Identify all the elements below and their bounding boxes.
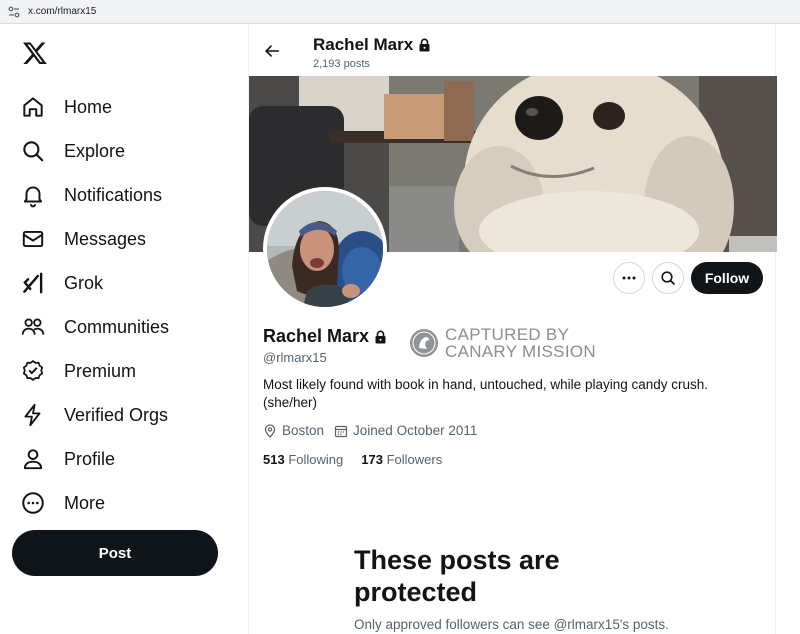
- profile-name: Rachel Marx: [263, 326, 387, 347]
- header-title: Rachel Marx: [313, 35, 431, 55]
- lightning-icon: [24, 403, 41, 427]
- person-icon: [23, 449, 43, 470]
- followers-count: 173: [361, 452, 383, 467]
- ellipsis-icon: [622, 276, 636, 280]
- nav-label: Notifications: [64, 184, 163, 205]
- nav-label: Profile: [64, 448, 116, 469]
- search-icon: [661, 271, 675, 285]
- nav-item-communities[interactable]: Communities: [20, 310, 169, 344]
- sidebar-nav: Home Explore Notifications Messages Grok…: [0, 24, 248, 634]
- back-arrow-icon[interactable]: [263, 42, 281, 60]
- lock-icon: [375, 330, 386, 343]
- profile-meta: Boston Joined October 2011: [263, 423, 487, 438]
- nav-item-messages[interactable]: Messages: [20, 222, 146, 256]
- nav-item-home[interactable]: Home: [20, 90, 112, 124]
- bell-icon: [23, 186, 43, 208]
- nav-item-profile[interactable]: Profile: [20, 442, 115, 476]
- people-icon: [21, 318, 45, 335]
- nav-item-explore[interactable]: Explore: [20, 134, 125, 168]
- canary-seal-icon: [410, 329, 438, 357]
- protected-subtitle: Only approved followers can see @rlmarx1…: [354, 617, 669, 632]
- captured-watermark: CAPTURED BY CANARY MISSION: [409, 326, 596, 360]
- followers-link[interactable]: 173 Followers: [361, 452, 442, 467]
- lock-icon: [419, 38, 430, 52]
- nav-label: Grok: [64, 272, 104, 293]
- home-icon: [23, 97, 43, 117]
- profile-column: Rachel Marx 2,193 posts Follow Rachel Ma…: [248, 24, 777, 634]
- grok-icon: [23, 272, 43, 294]
- following-link[interactable]: 513 Following: [263, 452, 343, 467]
- post-count: 2,193 posts: [313, 58, 370, 70]
- profile-handle: @rlmarx15: [263, 350, 327, 365]
- nav-item-verified-orgs[interactable]: Verified Orgs: [20, 398, 168, 432]
- more-circle-icon: [22, 492, 44, 514]
- nav-label: Verified Orgs: [64, 404, 169, 425]
- nav-label: Communities: [64, 316, 170, 337]
- header-name: Rachel Marx: [313, 35, 414, 54]
- nav-label: Home: [64, 96, 113, 117]
- location-item: Boston: [263, 423, 324, 438]
- site-settings-icon[interactable]: [8, 6, 20, 18]
- verified-badge-icon: [22, 360, 44, 381]
- x-logo-icon[interactable]: [22, 40, 48, 66]
- follow-button[interactable]: Follow: [691, 262, 763, 294]
- location-text: Boston: [282, 423, 325, 438]
- nav-label: Explore: [64, 140, 126, 161]
- profile-avatar[interactable]: [263, 187, 387, 311]
- nav-label: Messages: [64, 228, 147, 249]
- location-pin-icon: [264, 423, 276, 438]
- profile-display-name: Rachel Marx: [263, 326, 370, 346]
- nav-item-premium[interactable]: Premium: [20, 354, 136, 388]
- nav-item-grok[interactable]: Grok: [20, 266, 103, 300]
- post-button[interactable]: Post: [12, 530, 218, 576]
- profile-bio: Most likely found with book in hand, unt…: [263, 377, 709, 410]
- protected-title: These posts are protected: [354, 545, 560, 607]
- url-text[interactable]: x.com/rlmarx15: [28, 6, 96, 17]
- more-options-button[interactable]: [613, 262, 645, 294]
- joined-item: Joined October 2011: [334, 423, 477, 438]
- watermark-line-1: CAPTURED BY: [445, 325, 570, 344]
- nav-item-notifications[interactable]: Notifications: [20, 178, 162, 212]
- watermark-text: CAPTURED BY CANARY MISSION: [445, 326, 596, 360]
- following-count: 513: [263, 452, 285, 467]
- envelope-icon: [22, 230, 44, 248]
- nav-label: Premium: [64, 360, 137, 381]
- joined-text: Joined October 2011: [353, 423, 478, 438]
- search-icon: [23, 141, 44, 162]
- watermark-line-2: CANARY MISSION: [445, 342, 596, 361]
- browser-url-bar[interactable]: x.com/rlmarx15: [0, 0, 800, 24]
- avatar-photo: [267, 191, 383, 307]
- nav-item-more[interactable]: More: [20, 486, 105, 520]
- search-profile-button[interactable]: [652, 262, 684, 294]
- calendar-icon: [334, 425, 348, 437]
- nav-label: More: [64, 492, 106, 513]
- following-label: Following: [288, 452, 344, 467]
- follow-stats: 513 Following 173 Followers: [263, 452, 460, 467]
- followers-label: Followers: [386, 452, 443, 467]
